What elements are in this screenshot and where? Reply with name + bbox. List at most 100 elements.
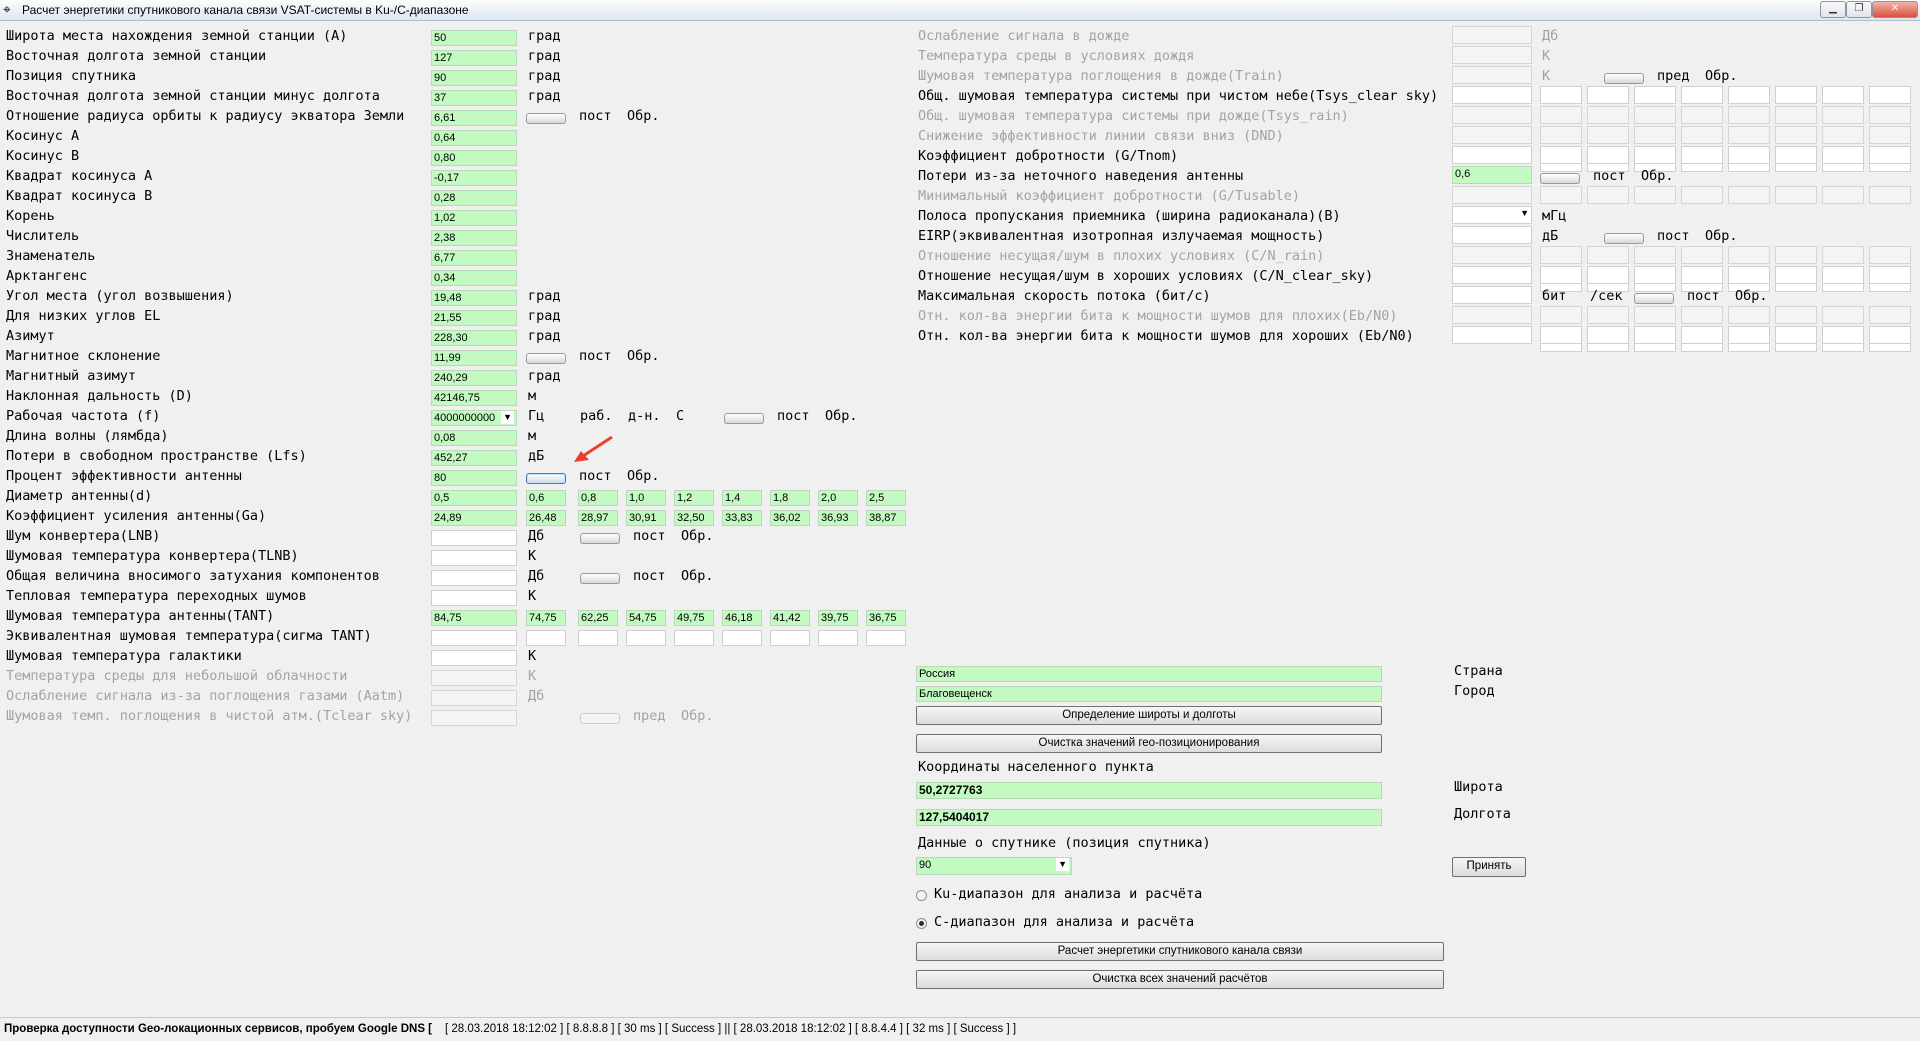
- tant-field-4[interactable]: 46,18: [722, 610, 762, 626]
- param-field-16[interactable]: 11,99: [431, 350, 517, 366]
- right-series-field-8-1[interactable]: [1587, 186, 1629, 204]
- param-field-3[interactable]: 37: [431, 90, 517, 106]
- param-field-20[interactable]: 0,08: [431, 430, 517, 446]
- diameter-field-0[interactable]: 0,6: [526, 490, 566, 506]
- right-series-field-11-4[interactable]: [1728, 246, 1770, 264]
- right-series-field-14-7[interactable]: [1869, 306, 1911, 324]
- right-series-field-14-2[interactable]: [1634, 306, 1676, 324]
- right-series-field-12-4[interactable]: [1728, 266, 1770, 284]
- gain-field-6[interactable]: 36,93: [818, 510, 858, 526]
- right-extra-field-15-2[interactable]: [1634, 344, 1676, 352]
- toggle-switch-pointing[interactable]: [1540, 173, 1580, 184]
- right-param-field-2[interactable]: [1452, 66, 1532, 84]
- tant-field-0[interactable]: 74,75: [526, 610, 566, 626]
- gain-field-5[interactable]: 36,02: [770, 510, 810, 526]
- right-param-field-11[interactable]: [1452, 246, 1532, 264]
- satellite-position-combo[interactable]: 90 ▼: [916, 857, 1072, 875]
- right-series-field-8-3[interactable]: [1681, 186, 1723, 204]
- diameter-field-2[interactable]: 1,0: [626, 490, 666, 506]
- right-extra-field-12-2[interactable]: [1634, 284, 1676, 292]
- right-series-field-15-7[interactable]: [1869, 326, 1911, 344]
- clear-geo-button[interactable]: Очистка значений гео-позиционирования: [916, 734, 1382, 753]
- param-field-34[interactable]: [431, 710, 517, 726]
- sigma-field-6[interactable]: [818, 630, 858, 646]
- right-series-field-8-6[interactable]: [1822, 186, 1864, 204]
- sigma-field-3[interactable]: [674, 630, 714, 646]
- param-field-28[interactable]: [431, 590, 517, 606]
- toggle-switch-tclear[interactable]: [580, 713, 620, 724]
- right-series-field-8-2[interactable]: [1634, 186, 1676, 204]
- right-series-field-8-7[interactable]: [1869, 186, 1911, 204]
- close-button[interactable]: ✕: [1872, 1, 1918, 18]
- param-field-15[interactable]: 228,30: [431, 330, 517, 346]
- param-field-4[interactable]: 6,61: [431, 110, 517, 126]
- tant-field-6[interactable]: 39,75: [818, 610, 858, 626]
- right-series-field-15-4[interactable]: [1728, 326, 1770, 344]
- param-field-13[interactable]: 19,48: [431, 290, 517, 306]
- right-series-field-15-6[interactable]: [1822, 326, 1864, 344]
- tant-field-5[interactable]: 41,42: [770, 610, 810, 626]
- right-extra-field-15-6[interactable]: [1822, 344, 1864, 352]
- right-series-field-5-4[interactable]: [1728, 126, 1770, 144]
- right-series-field-14-0[interactable]: [1540, 306, 1582, 324]
- toggle-switch-lnb[interactable]: [580, 533, 620, 544]
- right-series-field-14-5[interactable]: [1775, 306, 1817, 324]
- right-param-field-14[interactable]: [1452, 306, 1532, 324]
- sigma-field-4[interactable]: [722, 630, 762, 646]
- param-field-17[interactable]: 240,29: [431, 370, 517, 386]
- right-series-field-12-1[interactable]: [1587, 266, 1629, 284]
- right-series-field-3-5[interactable]: [1775, 86, 1817, 104]
- right-param-field-15[interactable]: [1452, 326, 1532, 344]
- gain-field-7[interactable]: 38,87: [866, 510, 906, 526]
- maximize-button[interactable]: ❐: [1846, 1, 1872, 18]
- chevron-down-icon[interactable]: ▼: [1520, 207, 1529, 220]
- right-series-field-6-1[interactable]: [1587, 146, 1629, 164]
- right-series-field-4-3[interactable]: [1681, 106, 1723, 124]
- param-field-10[interactable]: 2,38: [431, 230, 517, 246]
- param-field-1[interactable]: 127: [431, 50, 517, 66]
- right-series-field-11-6[interactable]: [1822, 246, 1864, 264]
- right-series-field-15-5[interactable]: [1775, 326, 1817, 344]
- right-series-field-6-6[interactable]: [1822, 146, 1864, 164]
- gain-field-0[interactable]: 26,48: [526, 510, 566, 526]
- param-field-21[interactable]: 452,27: [431, 450, 517, 466]
- param-field-14[interactable]: 21,55: [431, 310, 517, 326]
- chevron-down-icon[interactable]: ▼: [1056, 858, 1069, 871]
- param-field-26[interactable]: [431, 550, 517, 566]
- param-field-11[interactable]: 6,77: [431, 250, 517, 266]
- gain-field-1[interactable]: 28,97: [578, 510, 618, 526]
- right-extra-field-15-5[interactable]: [1775, 344, 1817, 352]
- right-param-field-0[interactable]: [1452, 26, 1532, 44]
- right-series-field-14-3[interactable]: [1681, 306, 1723, 324]
- diameter-field-3[interactable]: 1,2: [674, 490, 714, 506]
- right-extra-field-15-3[interactable]: [1681, 344, 1723, 352]
- city-field[interactable]: Благовещенск: [916, 686, 1382, 702]
- right-extra-field-6-0[interactable]: [1540, 164, 1582, 172]
- right-series-field-14-4[interactable]: [1728, 306, 1770, 324]
- tant-field-2[interactable]: 54,75: [626, 610, 666, 626]
- right-series-field-11-0[interactable]: [1540, 246, 1582, 264]
- right-param-field-13[interactable]: [1452, 286, 1532, 304]
- right-series-field-14-1[interactable]: [1587, 306, 1629, 324]
- param-field-12[interactable]: 0,34: [431, 270, 517, 286]
- right-series-field-3-4[interactable]: [1728, 86, 1770, 104]
- param-field-33[interactable]: [431, 690, 517, 706]
- toggle-switch-declination[interactable]: [526, 353, 566, 364]
- sigma-field-2[interactable]: [626, 630, 666, 646]
- right-series-field-14-6[interactable]: [1822, 306, 1864, 324]
- toggle-switch-rain[interactable]: [1604, 73, 1644, 84]
- right-param-field-4[interactable]: [1452, 106, 1532, 124]
- param-field-22[interactable]: 80: [431, 470, 517, 486]
- right-series-field-3-6[interactable]: [1822, 86, 1864, 104]
- param-field-32[interactable]: [431, 670, 517, 686]
- diameter-field-6[interactable]: 2,0: [818, 490, 858, 506]
- right-extra-field-6-5[interactable]: [1775, 164, 1817, 172]
- sigma-field-5[interactable]: [770, 630, 810, 646]
- sigma-field-0[interactable]: [526, 630, 566, 646]
- right-param-field-10[interactable]: [1452, 226, 1532, 244]
- param-field-29[interactable]: 84,75: [431, 610, 517, 626]
- param-field-6[interactable]: 0,80: [431, 150, 517, 166]
- right-series-field-11-1[interactable]: [1587, 246, 1629, 264]
- country-field[interactable]: Россия: [916, 666, 1382, 682]
- right-extra-field-15-0[interactable]: [1540, 344, 1582, 352]
